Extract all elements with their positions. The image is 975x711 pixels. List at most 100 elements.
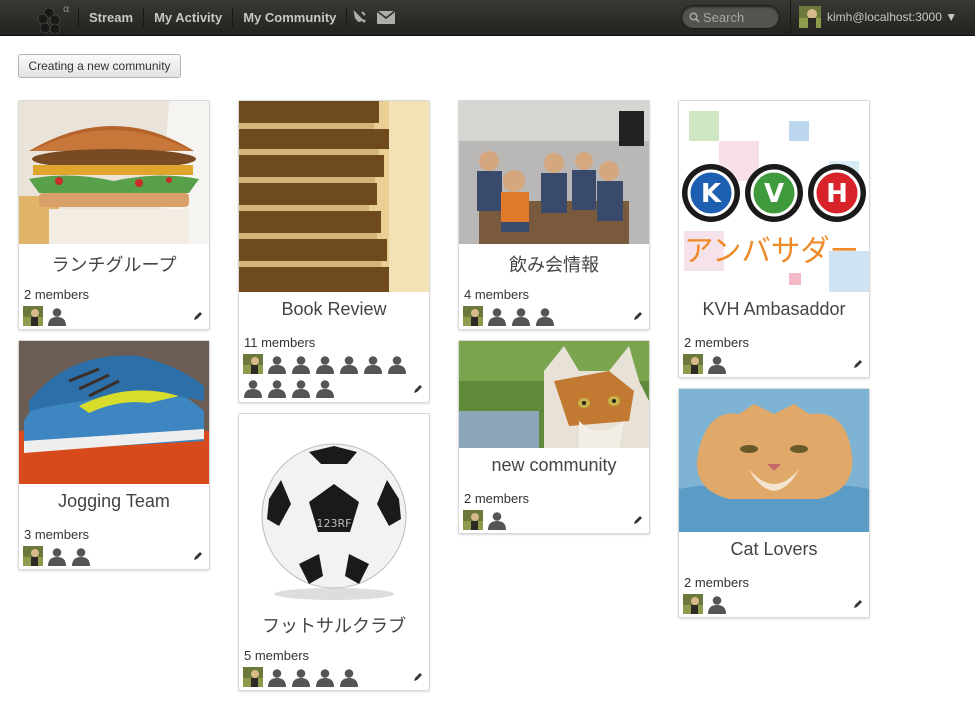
edit-pencil-icon[interactable] (193, 311, 203, 321)
member-avatar-default-icon[interactable] (267, 378, 287, 398)
member-avatar-default-icon[interactable] (487, 510, 507, 530)
member-avatar-default-icon[interactable] (487, 306, 507, 326)
community-image-sneakers (19, 341, 209, 484)
member-count: 11 members (244, 335, 316, 350)
diaspora-asterisk-logo[interactable]: α (36, 2, 76, 34)
member-avatar-photo[interactable] (23, 546, 43, 566)
member-avatar-photo[interactable] (683, 354, 703, 374)
member-avatars (243, 354, 413, 402)
mail-icon[interactable] (373, 0, 399, 34)
member-avatar-default-icon[interactable] (243, 378, 263, 398)
edit-pencil-icon[interactable] (413, 672, 423, 682)
logo-superscript: α (63, 4, 70, 15)
member-count: 3 members (24, 527, 90, 542)
member-avatars (23, 306, 193, 330)
member-avatar-default-icon[interactable] (267, 667, 287, 687)
member-avatar-default-icon[interactable] (315, 354, 335, 374)
community-name[interactable]: new community (459, 455, 649, 479)
member-count: 2 members (684, 335, 750, 350)
member-avatar-default-icon[interactable] (47, 546, 67, 566)
member-avatars (463, 510, 633, 534)
member-count: 2 members (24, 287, 90, 302)
community-image-soccer-ball: 123RF (239, 414, 429, 605)
community-card[interactable]: Book Review 11 members (238, 100, 430, 403)
user-menu[interactable]: kimh@localhost:3000 ▼ (790, 0, 957, 34)
member-avatar-default-icon[interactable] (315, 378, 335, 398)
member-avatar-default-icon[interactable] (315, 667, 335, 687)
main-nav: Stream My Activity My Community (78, 0, 399, 34)
member-avatar-default-icon[interactable] (291, 667, 311, 687)
kvh-letter-v: V (764, 179, 784, 209)
edit-pencil-icon[interactable] (193, 551, 203, 561)
member-avatar-photo[interactable] (463, 510, 483, 530)
community-name[interactable]: Book Review (239, 299, 429, 323)
member-avatars (243, 667, 413, 691)
community-image-cat (459, 341, 649, 448)
community-card[interactable]: ランチグループ 2 members (18, 100, 210, 330)
member-count: 5 members (244, 648, 310, 663)
community-image-kvh-logo: K V H アンバサダー (679, 101, 869, 292)
member-avatar-default-icon[interactable] (535, 306, 555, 326)
community-name[interactable]: 飲み会情報 (459, 251, 649, 275)
community-card[interactable]: Cat Lovers 2 members (678, 388, 870, 618)
kvh-letter-h: H (826, 179, 848, 209)
member-avatar-photo[interactable] (23, 306, 43, 326)
member-avatar-default-icon[interactable] (707, 354, 727, 374)
community-card[interactable]: 123RF フットサルクラブ 5 members (238, 413, 430, 691)
member-count: 4 members (464, 287, 530, 302)
member-avatar-default-icon[interactable] (339, 354, 359, 374)
edit-pencil-icon[interactable] (853, 359, 863, 369)
search-placeholder: Search (703, 9, 745, 25)
edit-pencil-icon[interactable] (413, 384, 423, 394)
community-image-wet-cat (679, 389, 869, 532)
kvh-tagline: アンバサダー (684, 234, 859, 269)
user-name: kimh@localhost:3000 ▼ (827, 10, 958, 24)
nav-my-activity[interactable]: My Activity (144, 10, 232, 25)
search-input[interactable]: Search (681, 5, 780, 29)
community-card[interactable]: K V H アンバサダー KVH Ambasaddor 2 members (678, 100, 870, 378)
member-avatar-default-icon[interactable] (387, 354, 407, 374)
member-avatars (23, 546, 193, 570)
community-card[interactable]: new community 2 members (458, 340, 650, 534)
ball-watermark: 123RF (317, 517, 352, 530)
community-image-burger (19, 101, 209, 244)
search-icon (689, 11, 700, 23)
community-image-party (459, 101, 649, 244)
member-avatar-photo[interactable] (243, 354, 263, 374)
member-count: 2 members (464, 491, 530, 506)
member-avatar-default-icon[interactable] (71, 546, 91, 566)
community-name[interactable]: Cat Lovers (679, 539, 869, 563)
community-name[interactable]: Jogging Team (19, 491, 209, 515)
member-avatar-default-icon[interactable] (511, 306, 531, 326)
edit-pencil-icon[interactable] (633, 311, 643, 321)
kvh-letter-k: K (701, 179, 722, 209)
member-count: 2 members (684, 575, 750, 590)
top-bar: α Stream My Activity My Community Search… (0, 0, 975, 36)
notifications-icon[interactable] (347, 0, 373, 34)
edit-pencil-icon[interactable] (853, 599, 863, 609)
community-name[interactable]: フットサルクラブ (239, 612, 429, 636)
member-avatars (683, 354, 853, 378)
edit-pencil-icon[interactable] (633, 515, 643, 525)
member-avatar-default-icon[interactable] (291, 354, 311, 374)
community-name[interactable]: KVH Ambasaddor (679, 299, 869, 323)
community-image-books (239, 101, 429, 292)
nav-my-community[interactable]: My Community (233, 10, 346, 25)
member-avatar-default-icon[interactable] (363, 354, 383, 374)
member-avatar-default-icon[interactable] (291, 378, 311, 398)
community-card[interactable]: Jogging Team 3 members (18, 340, 210, 570)
nav-stream[interactable]: Stream (79, 10, 143, 25)
member-avatar-default-icon[interactable] (707, 594, 727, 614)
member-avatars (683, 594, 853, 618)
member-avatar-default-icon[interactable] (339, 667, 359, 687)
user-avatar (799, 6, 821, 28)
member-avatar-photo[interactable] (243, 667, 263, 687)
member-avatar-default-icon[interactable] (47, 306, 67, 326)
member-avatars (463, 306, 633, 330)
community-name[interactable]: ランチグループ (19, 251, 209, 275)
member-avatar-default-icon[interactable] (267, 354, 287, 374)
community-card[interactable]: 飲み会情報 4 members (458, 100, 650, 330)
create-community-button[interactable]: Creating a new community (18, 54, 181, 78)
member-avatar-photo[interactable] (683, 594, 703, 614)
member-avatar-photo[interactable] (463, 306, 483, 326)
